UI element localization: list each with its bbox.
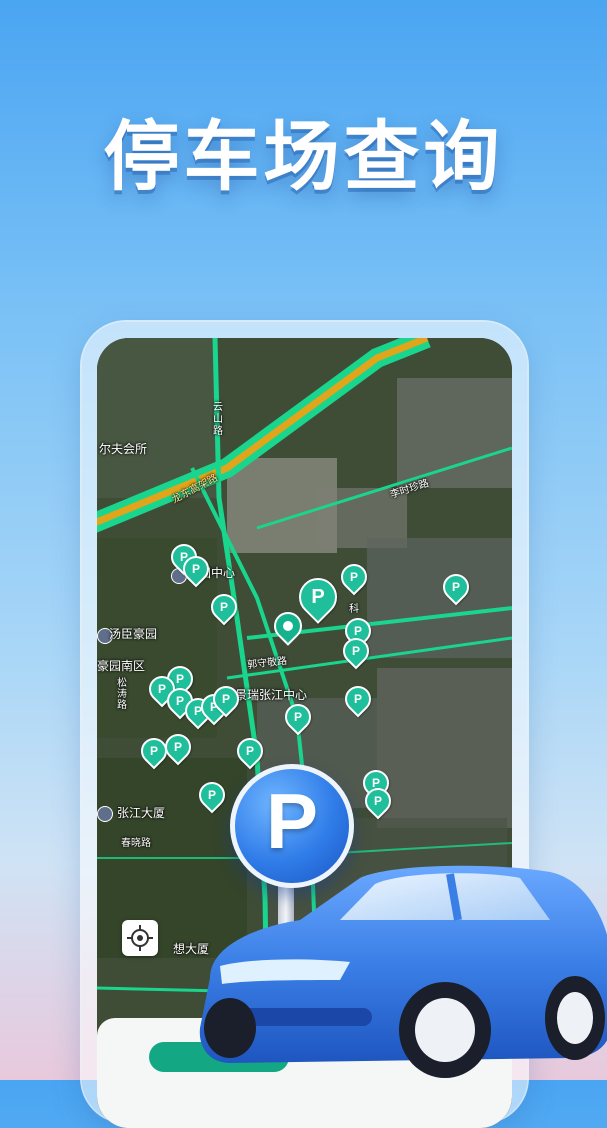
map-label-haoyuan-south: 豪园南区 — [97, 659, 146, 673]
car-illustration — [199, 865, 607, 1078]
map-label-ke: 科 — [349, 604, 359, 615]
map-label-yunshan-road: 云山路 — [213, 402, 223, 437]
building-poi-icon — [97, 806, 113, 822]
map-label-golf: 尔夫会所 — [99, 442, 148, 456]
map-label-tangchen: 汤臣豪园 — [109, 627, 158, 641]
map-label-jingrui: 景瑞张江中心 — [235, 688, 308, 702]
map-label-songtao: 松涛路 — [117, 678, 127, 711]
crosshair-icon — [127, 925, 153, 951]
locate-button[interactable] — [122, 920, 158, 956]
map-label-chunxiao: 春晓路 — [121, 838, 151, 849]
map-label-zhangjiang: 张江大厦 — [117, 806, 166, 820]
headline: 停车场查询 — [103, 112, 504, 201]
